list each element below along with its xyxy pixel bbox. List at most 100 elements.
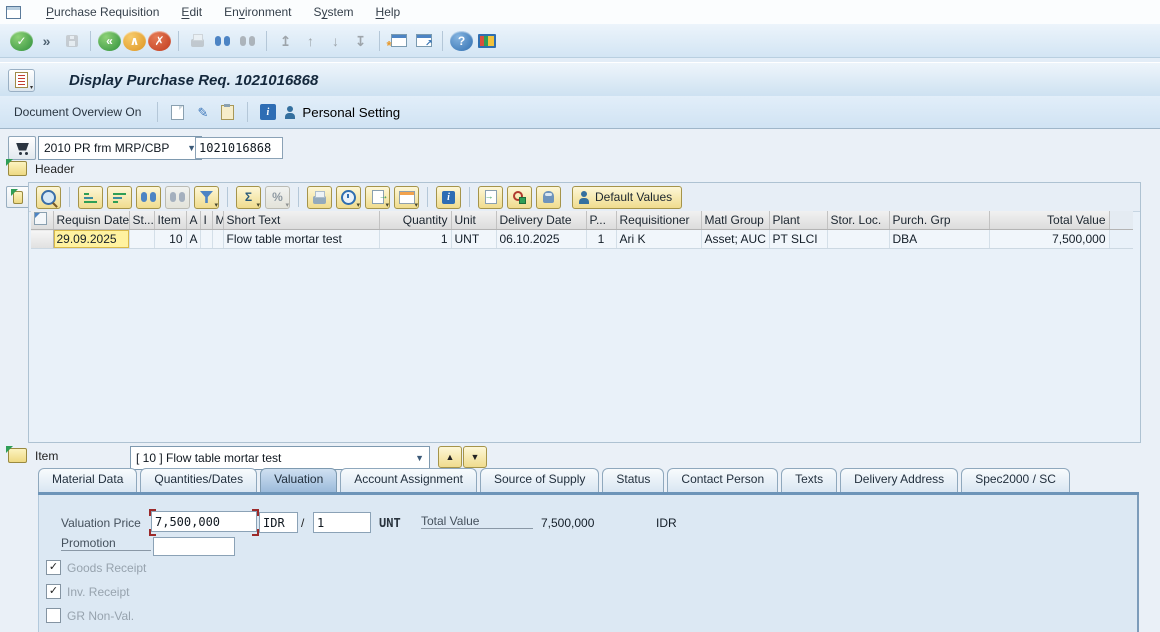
hold-button[interactable] [536,186,561,209]
save-button[interactable] [60,29,83,53]
copy-document-button[interactable] [216,100,239,124]
find-next-button[interactable] [236,29,259,53]
cell-p[interactable]: 1 [586,230,616,249]
services-for-object-button[interactable]: ▾ [8,69,35,92]
help-info-button[interactable]: i [256,100,279,124]
cell-filler[interactable] [1109,230,1133,249]
menu-environment[interactable]: Environment [213,1,302,23]
exit-button[interactable]: ∧ [123,31,146,51]
graphic-button[interactable] [507,186,532,209]
tab-delivery-address[interactable]: Delivery Address [840,468,958,492]
system-menu-icon[interactable] [6,6,21,19]
select-all-header[interactable] [31,211,53,230]
cell-i[interactable] [200,230,212,249]
next-item-button[interactable]: ▼ [463,446,487,468]
customize-layout-button[interactable] [475,29,498,53]
menu-system[interactable]: System [303,1,365,23]
cell-matl-group[interactable]: Asset; AUC [701,230,769,249]
column-header-item[interactable]: Item [154,211,186,230]
previous-page-button[interactable]: ↑ [299,29,322,53]
column-header[interactable] [1109,211,1133,230]
cell-ma[interactable] [212,230,223,249]
enter-button[interactable]: ✓ [10,31,33,51]
tab-quantities-dates[interactable]: Quantities/Dates [140,468,257,492]
cell-st[interactable] [129,230,154,249]
column-header-ma[interactable]: Ma [212,211,223,230]
first-page-button[interactable]: ↥ [274,29,297,53]
tab-source-of-supply[interactable]: Source of Supply [480,468,599,492]
column-header-stor-loc[interactable]: Stor. Loc. [827,211,889,230]
tab-valuation[interactable]: Valuation [260,468,337,492]
menu-help[interactable]: Help [365,1,412,23]
info-button[interactable]: i [436,186,461,209]
expand-item-icon[interactable] [8,448,27,463]
cell-requisitioner[interactable]: Ari K [616,230,701,249]
create-document-button[interactable] [166,100,189,124]
cell-a[interactable]: A [186,230,200,249]
row-selector[interactable] [31,230,53,249]
tab-status[interactable]: Status [602,468,664,492]
create-shortcut-button[interactable] [412,29,435,53]
gr-non-val-checkbox[interactable] [46,608,61,623]
display-change-button[interactable]: ✎ [191,100,214,124]
inv-receipt-checkbox[interactable]: ✓ [46,584,61,599]
column-header-st[interactable]: St... [129,211,154,230]
sort-descending-button[interactable] [107,186,132,209]
currency-input[interactable] [259,512,298,533]
tab-texts[interactable]: Texts [781,468,837,492]
column-header-a[interactable]: A [186,211,200,230]
column-header-quantity[interactable]: Quantity [379,211,451,230]
menu-edit[interactable]: Edit [170,1,213,23]
subtotal-button[interactable]: %▾ [265,186,290,209]
cell-total-value[interactable]: 7,500,000 [989,230,1109,249]
valuation-price-input[interactable] [151,511,257,532]
collapse-grid-button[interactable] [6,186,30,208]
print-button[interactable] [186,29,209,53]
expand-header-icon[interactable] [8,161,27,176]
goods-receipt-checkbox[interactable]: ✓ [46,560,61,575]
cell-unit[interactable]: UNT [451,230,496,249]
promotion-input[interactable] [153,537,235,556]
print-button[interactable] [307,186,332,209]
menu-purchase-requisition[interactable]: Purchase Requisition [35,1,170,23]
column-header-requisitioner[interactable]: Requisitioner [616,211,701,230]
details-button[interactable] [36,186,61,209]
cell-requisn-date[interactable]: 29.09.2025 [53,230,129,249]
new-session-button[interactable] [387,29,410,53]
column-header-total-value[interactable]: Total Value [989,211,1109,230]
column-header-unit[interactable]: Unit [451,211,496,230]
sum-button[interactable]: Σ▾ [236,186,261,209]
cancel-button[interactable]: ✗ [148,31,171,51]
cell-stor-loc[interactable] [827,230,889,249]
tab-material-data[interactable]: Material Data [38,468,137,492]
tab-spec2000-sc[interactable]: Spec2000 / SC [961,468,1070,492]
find-button[interactable] [211,29,234,53]
last-page-button[interactable]: ↧ [349,29,372,53]
column-header-plant[interactable]: Plant [769,211,827,230]
column-header-matl-group[interactable]: Matl Group [701,211,769,230]
column-header-p[interactable]: P... [586,211,616,230]
column-header-purch-grp[interactable]: Purch. Grp [889,211,989,230]
cell-short-text[interactable]: Flow table mortar test [223,230,379,249]
document-overview-button[interactable]: Document Overview On [14,105,141,119]
previous-item-button[interactable]: ▲ [438,446,462,468]
item-details-button[interactable] [478,186,503,209]
cell-quantity[interactable]: 1 [379,230,451,249]
sort-ascending-button[interactable] [78,186,103,209]
views-button[interactable]: ▾ [336,186,361,209]
personal-setting-button[interactable]: Personal Setting [282,100,402,124]
back-button[interactable]: « [98,31,121,51]
column-header-delivery-date[interactable]: Delivery Date [496,211,586,230]
document-type-combobox[interactable]: 2010 PR frm MRP/CBP ▼ [38,136,202,160]
filter-button[interactable]: ▾ [194,186,219,209]
shopping-cart-button[interactable] [8,136,36,160]
column-header-requisn-date[interactable]: Requisn Date [53,211,129,230]
find-button[interactable] [136,186,161,209]
price-unit-input[interactable] [313,512,371,533]
item-combobox[interactable]: [ 10 ] Flow table mortar test ▼ [130,446,430,470]
cell-item[interactable]: 10 [154,230,186,249]
column-header-i[interactable]: I [200,211,212,230]
help-button[interactable]: ? [450,31,473,51]
export-button[interactable]: ▾ [365,186,390,209]
cell-purch-grp[interactable]: DBA [889,230,989,249]
